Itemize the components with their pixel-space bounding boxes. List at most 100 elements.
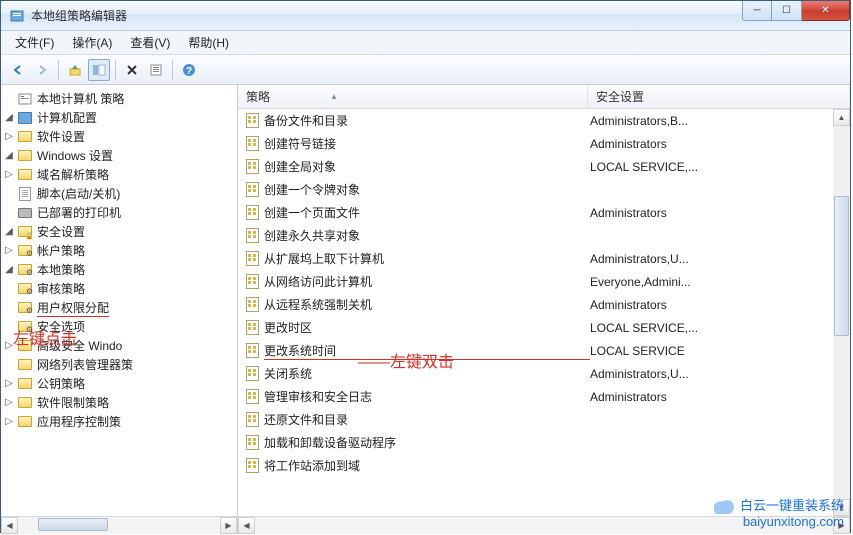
tree-windows-settings[interactable]: ◢Windows 设置	[3, 146, 237, 165]
scroll-right-button[interactable]: ▶	[220, 517, 237, 534]
policy-value: Administrators	[590, 206, 850, 220]
policy-row[interactable]: 从网络访问此计算机Everyone,Admini...	[238, 270, 850, 293]
maximize-button[interactable]: ☐	[772, 1, 802, 21]
expand-icon[interactable]: ▷	[3, 340, 15, 352]
policy-row[interactable]: 关闭系统Administrators,U...	[238, 362, 850, 385]
folder-icon	[17, 395, 33, 411]
col-security-setting[interactable]: 安全设置	[588, 85, 850, 108]
scroll-track[interactable]	[833, 126, 850, 499]
tree-label: 安全选项	[37, 318, 85, 335]
tree-pubkey-policy[interactable]: ▷公钥策略	[3, 374, 237, 393]
col-policy-label: 策略	[246, 88, 270, 105]
collapse-icon[interactable]: ◢	[3, 264, 15, 276]
expand-icon[interactable]	[3, 93, 15, 105]
scroll-thumb[interactable]	[834, 196, 849, 336]
tree-audit-policy[interactable]: 审核策略	[3, 279, 237, 298]
up-button[interactable]	[64, 59, 86, 81]
policy-row[interactable]: 创建一个页面文件Administrators	[238, 201, 850, 224]
policy-icon	[244, 366, 260, 382]
back-button[interactable]	[7, 59, 29, 81]
tree-software-settings[interactable]: ▷ 软件设置	[3, 127, 237, 146]
policy-row[interactable]: 更改系统时间LOCAL SERVICE	[238, 339, 850, 362]
tree-computer-config[interactable]: ◢计算机配置	[3, 108, 237, 127]
forward-button[interactable]	[31, 59, 53, 81]
expand-icon[interactable]: ▷	[3, 131, 15, 143]
tree[interactable]: 本地计算机 策略 ◢计算机配置 ▷ 软件设置 ◢Windows 设置 ▷域名解析策…	[1, 85, 237, 435]
tree-nlm-policy[interactable]: 网络列表管理器策	[3, 355, 237, 374]
minimize-button[interactable]: ─	[742, 1, 772, 21]
toolbar: ?	[1, 55, 850, 85]
tree-scripts[interactable]: 脚本(启动/关机)	[3, 184, 237, 203]
expand-icon[interactable]: ▷	[3, 416, 15, 428]
folder-icon	[17, 281, 33, 297]
folder-icon	[17, 414, 33, 430]
show-hide-tree-button[interactable]	[88, 59, 110, 81]
policy-row[interactable]: 创建一个令牌对象	[238, 178, 850, 201]
policy-name: 将工作站添加到域	[264, 457, 590, 474]
col-policy[interactable]: 策略	[238, 85, 588, 108]
menu-file[interactable]: 文件(F)	[7, 32, 62, 53]
collapse-icon[interactable]: ◢	[3, 112, 15, 124]
tree-label: 本地计算机 策略	[37, 90, 124, 107]
policy-icon	[244, 136, 260, 152]
policy-list[interactable]: 备份文件和目录Administrators,B...创建符号链接Administ…	[238, 109, 850, 516]
scroll-thumb[interactable]	[38, 518, 108, 531]
policy-icon	[244, 113, 260, 129]
tree-label: 软件设置	[37, 128, 85, 145]
expand-icon[interactable]: ▷	[3, 245, 15, 257]
collapse-icon[interactable]: ◢	[3, 226, 15, 238]
list-vscrollbar[interactable]: ▲ ▼	[833, 109, 850, 516]
delete-button[interactable]	[121, 59, 143, 81]
policy-name: 创建一个页面文件	[264, 204, 590, 221]
scroll-up-button[interactable]: ▲	[833, 109, 850, 126]
scroll-left-button[interactable]: ◀	[238, 517, 255, 534]
expand-icon[interactable]: ▷	[3, 378, 15, 390]
folder-icon	[17, 357, 33, 373]
tree-software-restrict[interactable]: ▷ 软件限制策略	[3, 393, 237, 412]
policy-row[interactable]: 创建符号链接Administrators	[238, 132, 850, 155]
expand-icon[interactable]: ▷	[3, 397, 15, 409]
tree-root[interactable]: 本地计算机 策略	[3, 89, 237, 108]
tree-deployed-printers[interactable]: 已部署的打印机	[3, 203, 237, 222]
policy-icon	[244, 159, 260, 175]
policy-value: Administrators,U...	[590, 367, 850, 381]
close-button[interactable]: ✕	[802, 1, 850, 21]
collapse-icon[interactable]: ◢	[3, 150, 15, 162]
policy-value: Everyone,Admini...	[590, 275, 850, 289]
help-button[interactable]: ?	[178, 59, 200, 81]
tree-security-options[interactable]: 安全选项	[3, 317, 237, 336]
properties-button[interactable]	[145, 59, 167, 81]
policy-row[interactable]: 创建永久共享对象	[238, 224, 850, 247]
tree-hscrollbar[interactable]: ◀ ▶	[1, 516, 237, 533]
menu-help[interactable]: 帮助(H)	[180, 32, 237, 53]
menu-action[interactable]: 操作(A)	[64, 32, 120, 53]
policy-row[interactable]: 备份文件和目录Administrators,B...	[238, 109, 850, 132]
menu-view[interactable]: 查看(V)	[122, 32, 178, 53]
scroll-left-button[interactable]: ◀	[1, 517, 18, 534]
policy-row[interactable]: 从远程系统强制关机Administrators	[238, 293, 850, 316]
policy-row[interactable]: 管理审核和安全日志Administrators	[238, 385, 850, 408]
tree-user-rights[interactable]: 用户权限分配	[3, 298, 237, 317]
window-controls: ─ ☐ ✕	[742, 1, 850, 21]
policy-row[interactable]: 将工作站添加到域	[238, 454, 850, 477]
tree-app-control[interactable]: ▷应用程序控制策	[3, 412, 237, 431]
folder-icon	[17, 262, 33, 278]
tree-account-policy[interactable]: ▷帐户策略	[3, 241, 237, 260]
policy-row[interactable]: 创建全局对象LOCAL SERVICE,...	[238, 155, 850, 178]
policy-row[interactable]: 更改时区LOCAL SERVICE,...	[238, 316, 850, 339]
watermark-line1: 白云一键重装系统	[740, 498, 844, 513]
script-icon	[17, 186, 33, 202]
tree-label: 软件限制策略	[37, 394, 109, 411]
scroll-track[interactable]	[18, 517, 220, 534]
policy-row[interactable]: 还原文件和目录	[238, 408, 850, 431]
tree-security-settings[interactable]: ◢安全设置	[3, 222, 237, 241]
policy-row[interactable]: 加载和卸载设备驱动程序	[238, 431, 850, 454]
tree-local-policy[interactable]: ◢本地策略	[3, 260, 237, 279]
tree-dns-policy[interactable]: ▷域名解析策略	[3, 165, 237, 184]
blank-icon	[3, 188, 15, 200]
expand-icon[interactable]: ▷	[3, 169, 15, 181]
policy-name: 创建一个令牌对象	[264, 181, 590, 198]
policy-icon	[244, 182, 260, 198]
tree-adv-sec-windows[interactable]: ▷高级安全 Windo	[3, 336, 237, 355]
policy-row[interactable]: 从扩展坞上取下计算机Administrators,U...	[238, 247, 850, 270]
